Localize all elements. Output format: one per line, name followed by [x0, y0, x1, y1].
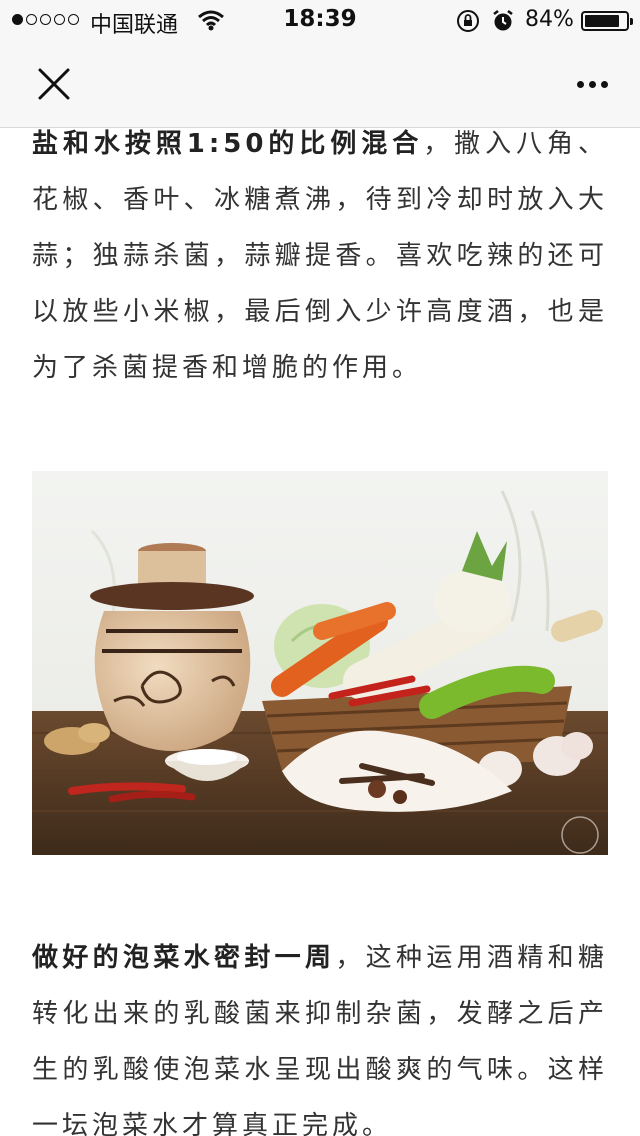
- rotation-lock-icon: [457, 10, 479, 32]
- more-button[interactable]: [564, 62, 620, 106]
- status-bar: 中国联通 18:39 84%: [0, 0, 640, 40]
- article-body: 盐和水按照1:50的比例混合，撒入八角、花椒、香叶、冰糖煮沸，待到冷却时放入大蒜…: [32, 128, 608, 396]
- close-icon: [38, 68, 70, 100]
- article-paragraph: 做好的泡菜水密封一周，这种运用酒精和糖转化出来的乳酸菌来抑制杂菌，发酵之后产生的…: [32, 930, 608, 1136]
- battery-icon: [581, 11, 633, 31]
- more-icon-dot: [576, 80, 584, 88]
- more-icon-dot: [600, 80, 608, 88]
- article-body-lower: 做好的泡菜水密封一周，这种运用酒精和糖转化出来的乳酸菌来抑制杂菌，发酵之后产生的…: [32, 930, 608, 1136]
- pickle-jar-photo: [32, 471, 608, 855]
- article-image-pickle-jar[interactable]: [32, 471, 608, 855]
- paragraph-emphasis: 盐和水按照1:50的比例混合: [32, 129, 424, 159]
- battery-percent: 84%: [525, 7, 574, 32]
- article-paragraph: 盐和水按照1:50的比例混合，撒入八角、花椒、香叶、冰糖煮沸，待到冷却时放入大蒜…: [32, 116, 608, 396]
- paragraph-emphasis: 做好的泡菜水密封一周: [32, 943, 336, 973]
- paragraph-text: ，撒入八角、花椒、香叶、冰糖煮沸，待到冷却时放入大蒜；独蒜杀菌，蒜瓣提香。喜欢吃…: [32, 129, 608, 383]
- close-button[interactable]: [28, 60, 80, 108]
- alarm-icon: [493, 10, 513, 31]
- nav-bar: [0, 40, 640, 128]
- more-icon-dot: [588, 80, 596, 88]
